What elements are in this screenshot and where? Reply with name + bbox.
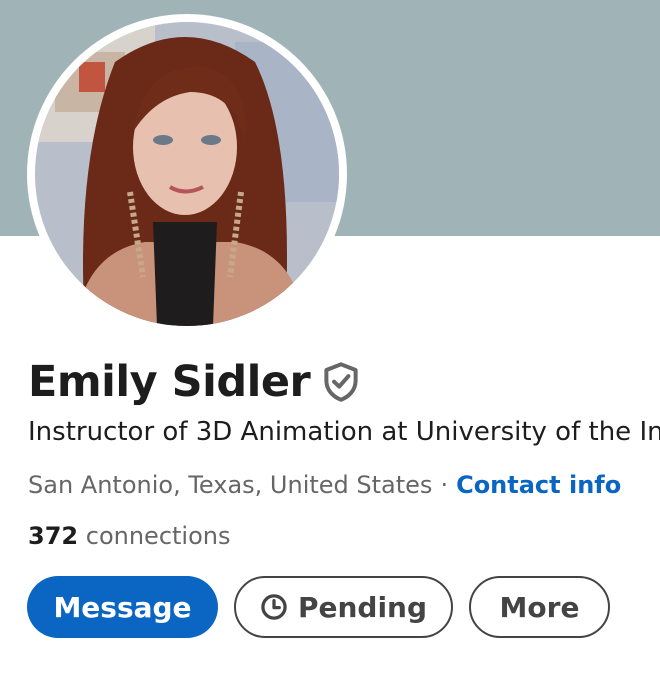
separator-dot: ·: [440, 471, 449, 499]
more-button-label: More: [499, 590, 580, 624]
location-row: San Antonio, Texas, United States · Contac…: [28, 466, 621, 504]
avatar[interactable]: [27, 14, 347, 334]
clock-icon: [261, 594, 287, 620]
profile-name: Emily Sidler: [28, 357, 311, 407]
connections-row[interactable]: 372 connections: [28, 518, 231, 554]
profile-location: San Antonio, Texas, United States: [28, 471, 433, 499]
more-button[interactable]: More: [469, 576, 610, 638]
profile-headline: Instructor of 3D Animation at University…: [28, 417, 660, 447]
connections-label: connections: [85, 522, 231, 550]
message-button[interactable]: Message: [27, 576, 218, 638]
verified-shield-icon[interactable]: [322, 362, 360, 402]
name-row: Emily Sidler: [28, 352, 360, 412]
contact-info-link[interactable]: Contact info: [456, 471, 621, 499]
pending-button-label: Pending: [297, 590, 428, 624]
connections-count: 372: [28, 522, 79, 550]
profile-photo: [35, 22, 339, 326]
pending-button[interactable]: Pending: [234, 576, 453, 638]
message-button-label: Message: [53, 590, 192, 624]
